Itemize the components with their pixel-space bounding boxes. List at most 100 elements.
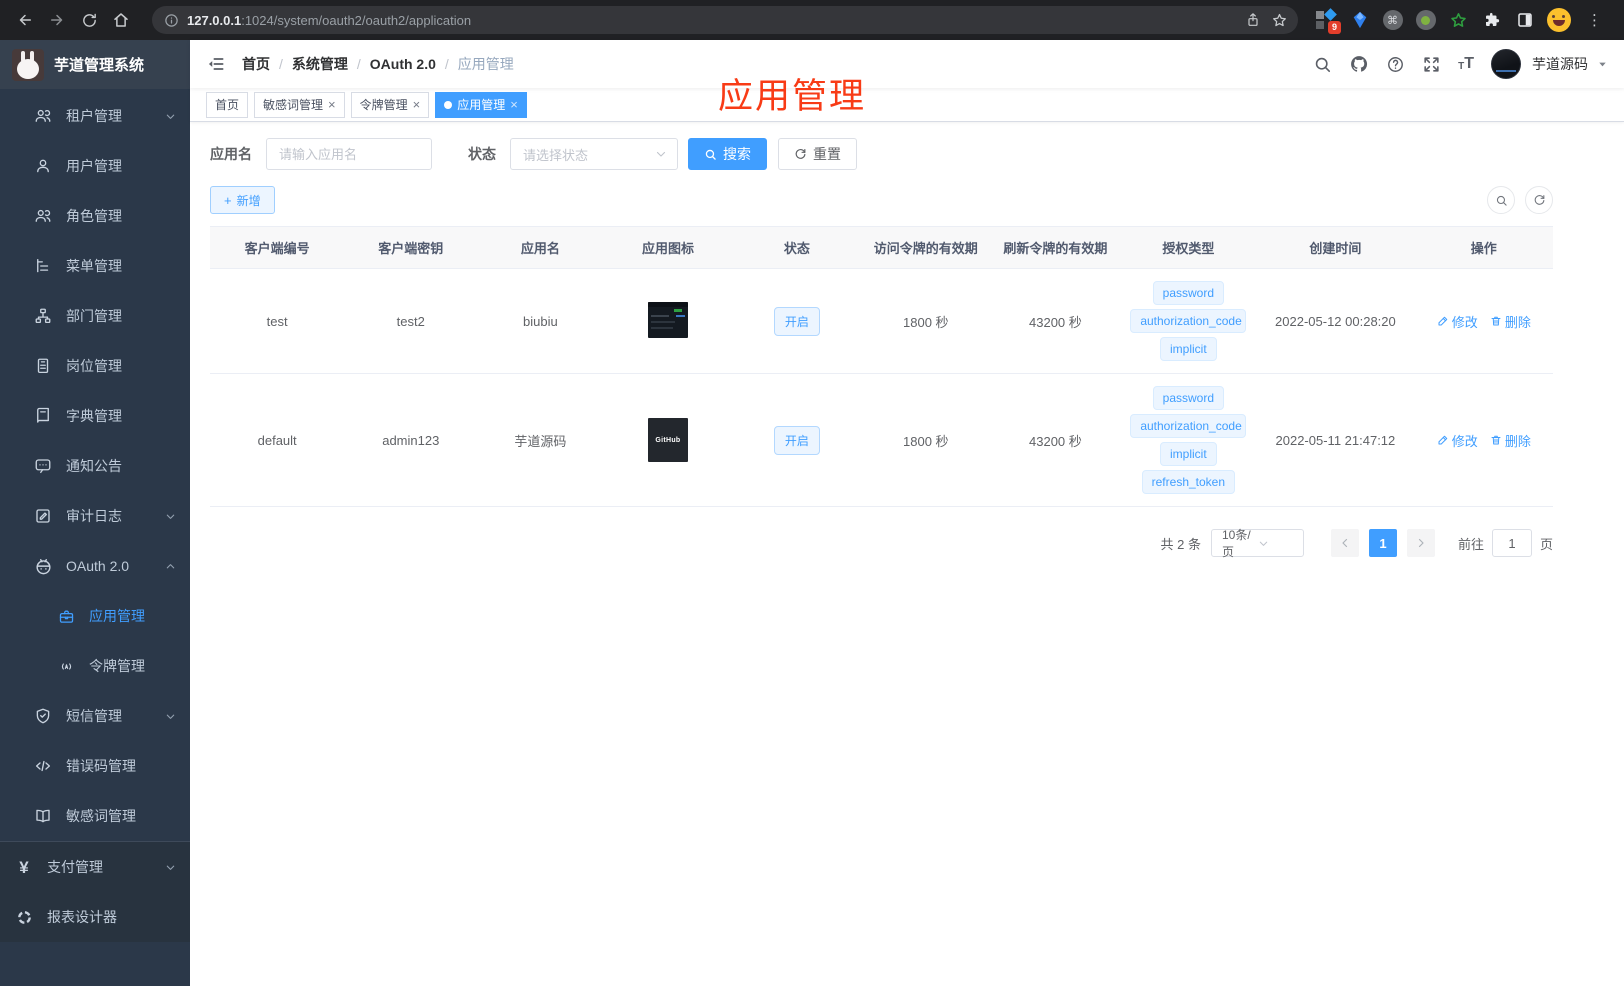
font-size-icon[interactable]: TT bbox=[1458, 56, 1474, 72]
edit-button[interactable]: 修改 bbox=[1437, 431, 1478, 450]
sidebar-item-sms[interactable]: 短信管理 bbox=[0, 691, 190, 741]
sidebar-item-errorcode[interactable]: 错误码管理 bbox=[0, 741, 190, 791]
col-grant-types: 授权类型 bbox=[1120, 226, 1257, 269]
add-button[interactable]: + 新增 bbox=[210, 186, 275, 214]
help-icon[interactable] bbox=[1386, 55, 1405, 74]
breadcrumb-oauth[interactable]: OAuth 2.0 bbox=[370, 56, 436, 72]
sidebar-item-tenant[interactable]: 租户管理 bbox=[0, 91, 190, 141]
tag-sensitive-word[interactable]: 敏感词管理 × bbox=[254, 91, 345, 118]
robot-icon bbox=[33, 556, 53, 576]
profile-avatar-icon[interactable] bbox=[1547, 8, 1571, 32]
extension-darkmode-icon[interactable] bbox=[1514, 10, 1535, 31]
applications-table: 客户端编号 客户端密钥 应用名 应用图标 状态 访问令牌的有效期 刷新令牌的有效… bbox=[210, 226, 1553, 507]
user-avatar[interactable] bbox=[1491, 49, 1521, 79]
sidebar-logo[interactable]: 芋道管理系统 bbox=[0, 40, 190, 89]
col-refresh-validity: 刷新令牌的有效期 bbox=[990, 226, 1121, 269]
sidebar-item-notice[interactable]: 通知公告 bbox=[0, 441, 190, 491]
breadcrumb-current: 应用管理 bbox=[457, 56, 514, 72]
audit-log-icon bbox=[33, 506, 53, 526]
browser-menu-icon[interactable]: ⋮ bbox=[1583, 11, 1606, 29]
tag-home[interactable]: 首页 bbox=[206, 91, 249, 118]
status-badge[interactable]: 开启 bbox=[773, 425, 820, 455]
grant-type-tag: implicit bbox=[1160, 442, 1217, 466]
col-status: 状态 bbox=[732, 226, 862, 269]
tags-view-bar: 首页 敏感词管理 × 令牌管理 × 应用管理 × bbox=[190, 88, 1624, 122]
extensions-puzzle-icon[interactable] bbox=[1481, 10, 1502, 31]
site-info-icon[interactable] bbox=[164, 13, 179, 28]
page-size-select[interactable]: 10条/页 bbox=[1210, 528, 1304, 559]
col-access-validity: 访问令牌的有效期 bbox=[861, 226, 991, 269]
back-icon[interactable] bbox=[10, 5, 40, 35]
sidebar-item-report-designer[interactable]: 报表设计器 bbox=[0, 892, 190, 942]
goto-label: 前往 bbox=[1457, 536, 1484, 552]
extensions-row: 9 ⌘ ⋮ bbox=[1308, 7, 1614, 34]
fullscreen-icon[interactable] bbox=[1422, 55, 1441, 74]
sidebar-item-dict[interactable]: 字典管理 bbox=[0, 391, 190, 441]
extension-star-icon[interactable] bbox=[1448, 10, 1469, 31]
sidebar-item-audit[interactable]: 审计日志 bbox=[0, 491, 190, 541]
close-icon[interactable]: × bbox=[510, 98, 518, 111]
sidebar-item-menu[interactable]: 菜单管理 bbox=[0, 241, 190, 291]
main-area: 应用管理 首页 / 系统管理 / OAuth 2.0 / 应用管理 T T 芋道… bbox=[190, 40, 1624, 986]
delete-button[interactable]: 删除 bbox=[1490, 431, 1531, 450]
toggle-search-button[interactable] bbox=[1487, 186, 1515, 214]
status-select[interactable]: 请选择状态 bbox=[510, 138, 678, 170]
url-text: 127.0.0.1:1024/system/oauth2/oauth2/appl… bbox=[187, 12, 472, 28]
token-signal-icon bbox=[56, 656, 76, 676]
caret-down-icon[interactable] bbox=[1597, 59, 1608, 70]
forward-icon[interactable] bbox=[42, 5, 72, 35]
extension-blocks-icon[interactable]: 9 bbox=[1316, 7, 1341, 34]
grant-type-tag: password bbox=[1152, 386, 1225, 410]
sidebar-item-oauth-application[interactable]: 应用管理 bbox=[0, 591, 190, 641]
chevron-down-icon bbox=[1258, 538, 1295, 549]
extension-command-icon[interactable]: ⌘ bbox=[1382, 10, 1403, 31]
sidebar-item-dept[interactable]: 部门管理 bbox=[0, 291, 190, 341]
status-badge[interactable]: 开启 bbox=[773, 306, 820, 336]
goto-page-input[interactable] bbox=[1491, 529, 1532, 557]
grant-type-tag: authorization_code bbox=[1130, 414, 1247, 438]
sidebar-item-post[interactable]: 岗位管理 bbox=[0, 341, 190, 391]
breadcrumb-system[interactable]: 系统管理 bbox=[292, 54, 348, 74]
tag-token[interactable]: 令牌管理 × bbox=[350, 91, 430, 118]
active-dot bbox=[444, 100, 453, 109]
shield-check-icon bbox=[33, 706, 53, 726]
sidebar-item-oauth[interactable]: OAuth 2.0 bbox=[0, 541, 190, 591]
id-badge-icon bbox=[33, 356, 53, 376]
sidebar-item-sensitive-word[interactable]: 敏感词管理 bbox=[0, 791, 190, 841]
page-unit-label: 页 bbox=[1539, 536, 1553, 552]
github-icon[interactable] bbox=[1349, 54, 1369, 74]
close-icon[interactable]: × bbox=[413, 98, 421, 111]
breadcrumb-home[interactable]: 首页 bbox=[242, 54, 270, 74]
grant-type-tag: authorization_code bbox=[1130, 309, 1247, 333]
refresh-button[interactable] bbox=[1525, 186, 1553, 214]
current-page-button[interactable]: 1 bbox=[1368, 529, 1397, 557]
next-page-button[interactable] bbox=[1406, 529, 1435, 557]
app-title: 芋道管理系统 bbox=[54, 57, 145, 74]
sidebar-item-pay[interactable]: ¥ 支付管理 bbox=[0, 842, 190, 892]
sidebar-item-user[interactable]: 用户管理 bbox=[0, 141, 190, 191]
edit-button[interactable]: 修改 bbox=[1437, 312, 1478, 331]
extension-gem-icon[interactable] bbox=[1349, 10, 1370, 31]
home-icon[interactable] bbox=[106, 5, 136, 35]
app-name-input[interactable] bbox=[266, 138, 432, 170]
bookmark-star-icon[interactable] bbox=[1266, 7, 1292, 33]
sidebar-item-oauth-token[interactable]: 令牌管理 bbox=[0, 641, 190, 691]
grant-type-tag: refresh_token bbox=[1141, 470, 1236, 494]
app-icon-image bbox=[647, 301, 688, 338]
reload-icon[interactable] bbox=[74, 5, 104, 35]
reset-button[interactable]: 重置 bbox=[778, 138, 857, 170]
prev-page-button[interactable] bbox=[1330, 529, 1359, 557]
tag-application[interactable]: 应用管理 × bbox=[435, 91, 527, 118]
username[interactable]: 芋道源码 bbox=[1532, 54, 1588, 74]
close-icon[interactable]: × bbox=[328, 98, 336, 111]
sidebar-collapse-icon[interactable] bbox=[206, 54, 226, 74]
chevron-down-icon bbox=[165, 862, 176, 873]
sidebar-item-role[interactable]: 角色管理 bbox=[0, 191, 190, 241]
search-button[interactable]: 搜索 bbox=[688, 138, 767, 170]
search-icon[interactable] bbox=[1313, 55, 1332, 74]
address-bar[interactable]: 127.0.0.1:1024/system/oauth2/oauth2/appl… bbox=[152, 6, 1298, 34]
total-count: 共 2 条 bbox=[1160, 536, 1201, 552]
extension-record-icon[interactable] bbox=[1415, 10, 1436, 31]
delete-button[interactable]: 删除 bbox=[1490, 312, 1531, 331]
share-icon[interactable] bbox=[1240, 7, 1266, 33]
